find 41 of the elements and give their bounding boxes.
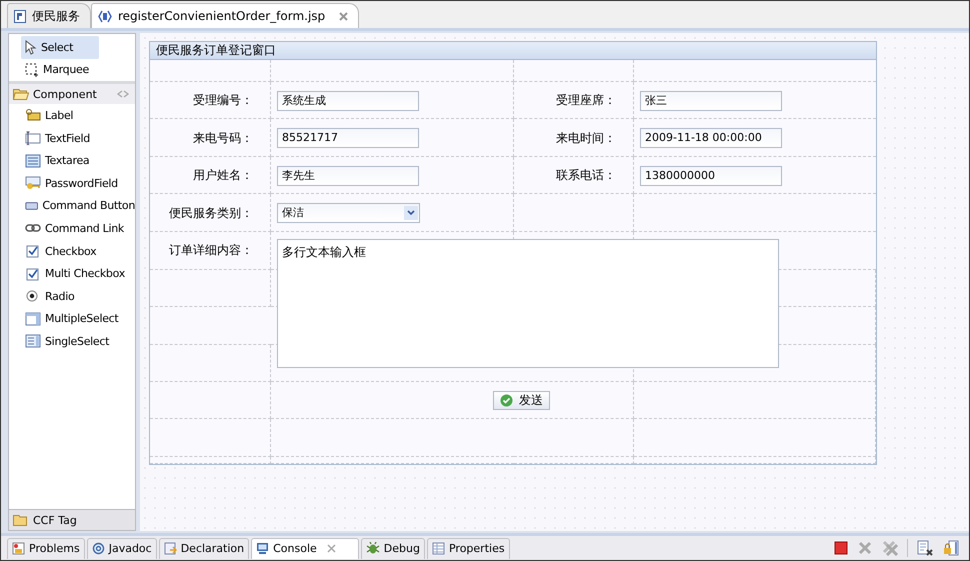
editor-tab[interactable]: registerConvienientOrder_form.jsp bbox=[91, 3, 360, 28]
palette-item[interactable]: Radio bbox=[9, 284, 135, 308]
view-tab[interactable]: Properties bbox=[426, 538, 510, 558]
dropdown-field[interactable]: 保洁 bbox=[277, 203, 420, 223]
field-label: 受理编号： bbox=[193, 92, 254, 109]
form-title: 便民服务订单登记窗口 bbox=[150, 42, 876, 60]
text-field[interactable]: 85521717 bbox=[277, 128, 419, 148]
palette-item[interactable]: PasswordField bbox=[9, 172, 135, 195]
editor-tab[interactable]: 便民服务 bbox=[7, 3, 91, 28]
field-label: 来电号码： bbox=[193, 130, 254, 146]
textarea-field[interactable]: 多行文本输入框 bbox=[277, 239, 779, 368]
palette-item[interactable]: Checkbox bbox=[9, 240, 135, 262]
view-tab[interactable]: Javadoc bbox=[86, 538, 157, 558]
view-tab[interactable]: Debug bbox=[360, 538, 425, 558]
send-button[interactable]: 发送 bbox=[493, 391, 550, 410]
view-tab[interactable]: Console bbox=[251, 538, 359, 558]
palette-item[interactable]: Command Button bbox=[9, 194, 135, 218]
view-tab[interactable]: Declaration bbox=[158, 538, 250, 558]
palette-item[interactable]: Textarea bbox=[9, 149, 135, 172]
text-field[interactable]: 1380000000 bbox=[640, 166, 782, 186]
palette-item[interactable]: Command Link bbox=[9, 217, 135, 240]
palette-item[interactable]: SingleSelect bbox=[9, 330, 135, 353]
palette-tool[interactable]: Select bbox=[21, 36, 99, 59]
field-label: 来电时间： bbox=[556, 130, 617, 146]
text-field[interactable]: 李先生 bbox=[277, 166, 419, 186]
field-label: 订单详细内容： bbox=[169, 242, 254, 259]
field-label: 受理座席： bbox=[556, 92, 617, 109]
view-tab[interactable]: Problems bbox=[7, 538, 85, 558]
text-field[interactable]: 张三 bbox=[640, 90, 782, 110]
palette-drawer[interactable]: Component bbox=[9, 81, 135, 104]
field-label: 联系电话： bbox=[556, 167, 617, 184]
text-field[interactable]: 2009-11-18 00:00:00 bbox=[640, 128, 782, 148]
palette-item[interactable]: TextField bbox=[9, 126, 135, 150]
palette-tool[interactable]: Marquee bbox=[9, 58, 135, 82]
palette-drawer[interactable]: CCF Tag bbox=[9, 509, 135, 530]
palette-item[interactable]: MultipleSelect bbox=[9, 308, 135, 330]
palette-item[interactable]: Multi Checkbox bbox=[9, 262, 135, 285]
palette-item[interactable]: Label bbox=[9, 104, 135, 127]
field-label: 用户姓名： bbox=[193, 167, 254, 184]
text-field[interactable]: 系统生成 bbox=[277, 90, 419, 110]
field-label: 便民服务类别： bbox=[169, 204, 254, 222]
